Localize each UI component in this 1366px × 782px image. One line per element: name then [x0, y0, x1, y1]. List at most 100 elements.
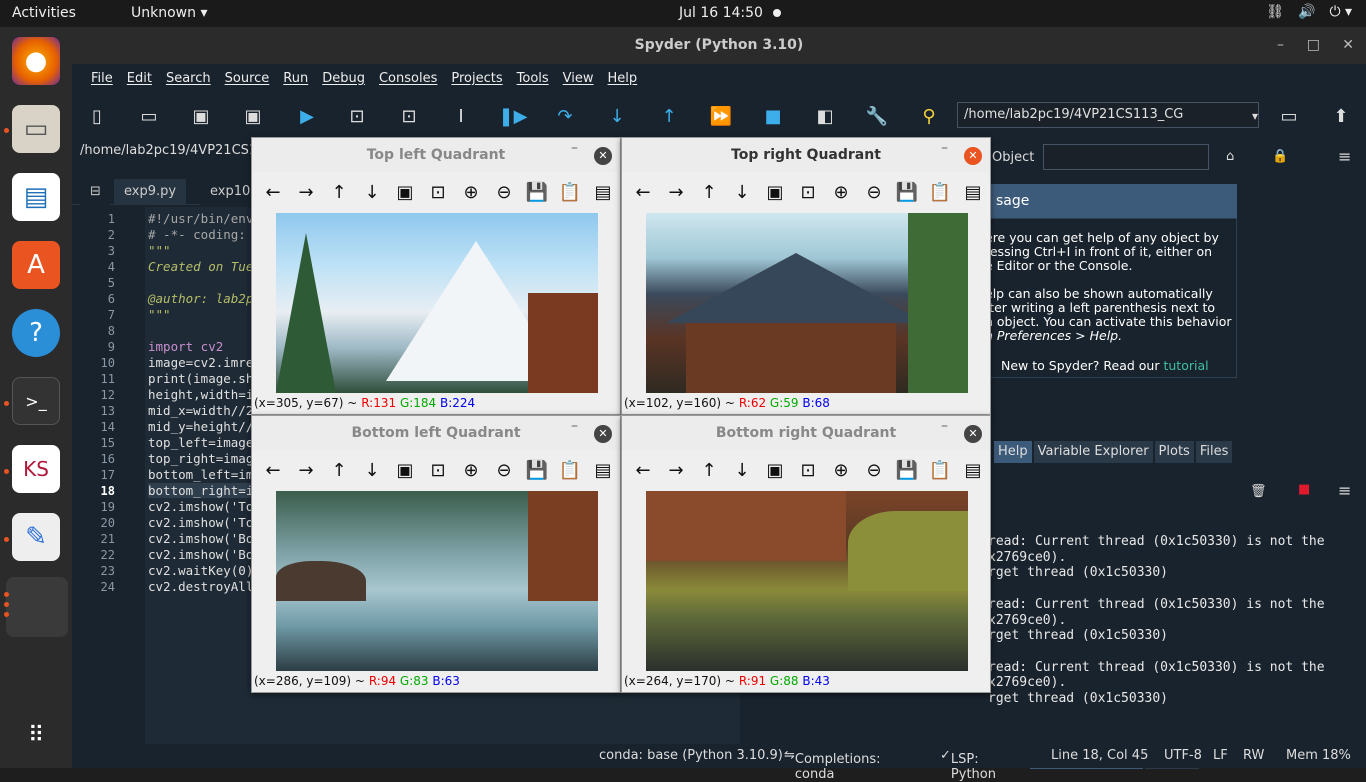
save-icon[interactable]: ▣ [188, 103, 214, 129]
fit-image-icon[interactable]: ▣ [392, 457, 418, 483]
properties-icon[interactable]: ▤ [590, 457, 616, 483]
chevron-down-icon[interactable]: ▾ [1242, 103, 1268, 129]
close-icon[interactable]: ✕ [1342, 27, 1354, 64]
zoom-out-icon[interactable]: ⊖ [491, 179, 517, 205]
copy-icon[interactable]: 📋 [557, 457, 583, 483]
fit-image-icon[interactable]: ▣ [762, 457, 788, 483]
save-icon[interactable]: 💾 [524, 179, 550, 205]
text-editor-icon[interactable]: ✎ [12, 513, 60, 561]
arrow-left-icon[interactable]: ← [630, 457, 656, 483]
save-icon[interactable]: 💾 [894, 457, 920, 483]
interrupt-icon[interactable]: ■ [1298, 482, 1310, 497]
arrow-right-icon[interactable]: → [293, 179, 319, 205]
tab-help[interactable]: Help [994, 441, 1032, 463]
zoom-in-icon[interactable]: ⊕ [458, 457, 484, 483]
arrow-right-icon[interactable]: → [663, 179, 689, 205]
browse-directory-icon[interactable]: ▭ [1276, 103, 1302, 129]
arrow-up-icon[interactable]: ↑ [696, 457, 722, 483]
zoom-actual-icon[interactable]: ⊡ [795, 457, 821, 483]
arrow-right-icon[interactable]: → [663, 457, 689, 483]
preferences-icon[interactable]: 🔧 [864, 103, 890, 129]
tutorial-link[interactable]: tutorial [1163, 358, 1208, 373]
firefox-icon[interactable]: ● [12, 37, 60, 85]
minimize-icon[interactable]: – [941, 418, 948, 434]
tab-plots[interactable]: Plots [1154, 441, 1194, 463]
zoom-in-icon[interactable]: ⊕ [828, 457, 854, 483]
menu-search[interactable]: Search [159, 71, 218, 86]
files-icon[interactable]: ▭ [12, 105, 60, 153]
app-menu[interactable]: Unknown ▾ [131, 5, 207, 21]
arrow-up-icon[interactable]: ↑ [696, 179, 722, 205]
menu-tools[interactable]: Tools [510, 71, 556, 86]
menu-edit[interactable]: Edit [120, 71, 159, 86]
menu-run[interactable]: Run [276, 71, 315, 86]
save-icon[interactable]: 💾 [524, 457, 550, 483]
zoom-actual-icon[interactable]: ⊡ [795, 179, 821, 205]
tab-exp9[interactable]: exp9.py [114, 179, 187, 205]
arrow-down-icon[interactable]: ↓ [359, 457, 385, 483]
browse-tabs-icon[interactable]: ⊟ [80, 179, 110, 205]
close-icon[interactable]: ✕ [964, 147, 982, 165]
home-icon[interactable]: ⌂ [1226, 149, 1234, 164]
copy-icon[interactable]: 📋 [927, 179, 953, 205]
remove-variables-icon[interactable]: 🗑 [1250, 484, 1267, 499]
zoom-in-icon[interactable]: ⊕ [458, 179, 484, 205]
volume-icon[interactable]: 🔊 [1298, 4, 1315, 20]
minimize-icon[interactable]: – [571, 418, 578, 434]
spyder-icon[interactable] [6, 577, 68, 637]
tab-files[interactable]: Files [1195, 441, 1233, 463]
close-icon[interactable]: ✕ [964, 425, 982, 443]
show-apps-icon[interactable]: ⠿ [12, 711, 60, 759]
run-cell-icon[interactable]: ⊡ [344, 103, 370, 129]
maximize-icon[interactable]: □ [1307, 27, 1320, 64]
stop-icon[interactable]: ■ [760, 103, 786, 129]
parent-directory-icon[interactable]: ⬆ [1328, 103, 1354, 129]
object-input[interactable] [1043, 144, 1209, 170]
copy-icon[interactable]: 📋 [927, 457, 953, 483]
cv-window-bottom-right[interactable]: Bottom right Quadrant – ✕ ← → ↑ ↓ ▣ ⊡ ⊕ ⊖ 💾 📋 ▤ (x… [621, 415, 991, 693]
zoom-out-icon[interactable]: ⊖ [491, 457, 517, 483]
arrow-left-icon[interactable]: ← [260, 179, 286, 205]
options-menu-icon[interactable]: ≡ [1338, 147, 1351, 166]
fit-image-icon[interactable]: ▣ [392, 179, 418, 205]
menu-consoles[interactable]: Consoles [372, 71, 444, 86]
minimize-icon[interactable]: – [941, 140, 948, 156]
cv-window-top-right[interactable]: Top right Quadrant – ✕ ← → ↑ ↓ ▣ ⊡ ⊕ ⊖ 💾 📋 ▤ (x=10… [621, 137, 991, 415]
arrow-up-icon[interactable]: ↑ [326, 457, 352, 483]
network-icon[interactable]: ⛓ [1266, 4, 1284, 20]
zoom-out-icon[interactable]: ⊖ [861, 179, 887, 205]
clock[interactable]: Jul 16 14:50 [679, 5, 763, 21]
continue-icon[interactable]: ⏩ [708, 103, 734, 129]
menu-file[interactable]: File [84, 71, 120, 86]
copy-icon[interactable]: 📋 [557, 179, 583, 205]
minimize-icon[interactable]: – [571, 140, 578, 156]
step-into-icon[interactable]: ↓ [604, 103, 630, 129]
save-icon[interactable]: 💾 [894, 179, 920, 205]
zoom-out-icon[interactable]: ⊖ [861, 457, 887, 483]
save-all-icon[interactable]: ▣ [240, 103, 266, 129]
step-return-icon[interactable]: ↑ [656, 103, 682, 129]
arrow-left-icon[interactable]: ← [630, 179, 656, 205]
zoom-actual-icon[interactable]: ⊡ [425, 457, 451, 483]
close-icon[interactable]: ✕ [594, 425, 612, 443]
activities-button[interactable]: Activities [12, 5, 76, 21]
arrow-right-icon[interactable]: → [293, 457, 319, 483]
zoom-actual-icon[interactable]: ⊡ [425, 179, 451, 205]
open-file-icon[interactable]: ▭ [136, 103, 162, 129]
maximize-pane-icon[interactable]: ◧ [812, 103, 838, 129]
close-icon[interactable]: ✕ [594, 147, 612, 165]
terminal-icon[interactable]: >_ [12, 377, 60, 425]
properties-icon[interactable]: ▤ [590, 179, 616, 205]
arrow-up-icon[interactable]: ↑ [326, 179, 352, 205]
cv-window-bottom-left[interactable]: Bottom left Quadrant – ✕ ← → ↑ ↓ ▣ ⊡ ⊕ ⊖ 💾 📋 ▤ (x=… [251, 415, 621, 693]
properties-icon[interactable]: ▤ [960, 457, 986, 483]
writer-icon[interactable]: ▤ [12, 173, 60, 221]
cv-window-top-left[interactable]: Top left Quadrant – ✕ ← → ↑ ↓ ▣ ⊡ ⊕ ⊖ 💾 📋 ▤ (x=305… [251, 137, 621, 415]
minimize-icon[interactable]: – [1277, 27, 1284, 64]
tab-variable-explorer[interactable]: Variable Explorer [1033, 441, 1153, 463]
menu-source[interactable]: Source [218, 71, 277, 86]
fit-image-icon[interactable]: ▣ [762, 179, 788, 205]
run-selection-icon[interactable]: I [448, 103, 474, 129]
menu-debug[interactable]: Debug [315, 71, 372, 86]
new-file-icon[interactable]: ▯ [84, 103, 110, 129]
